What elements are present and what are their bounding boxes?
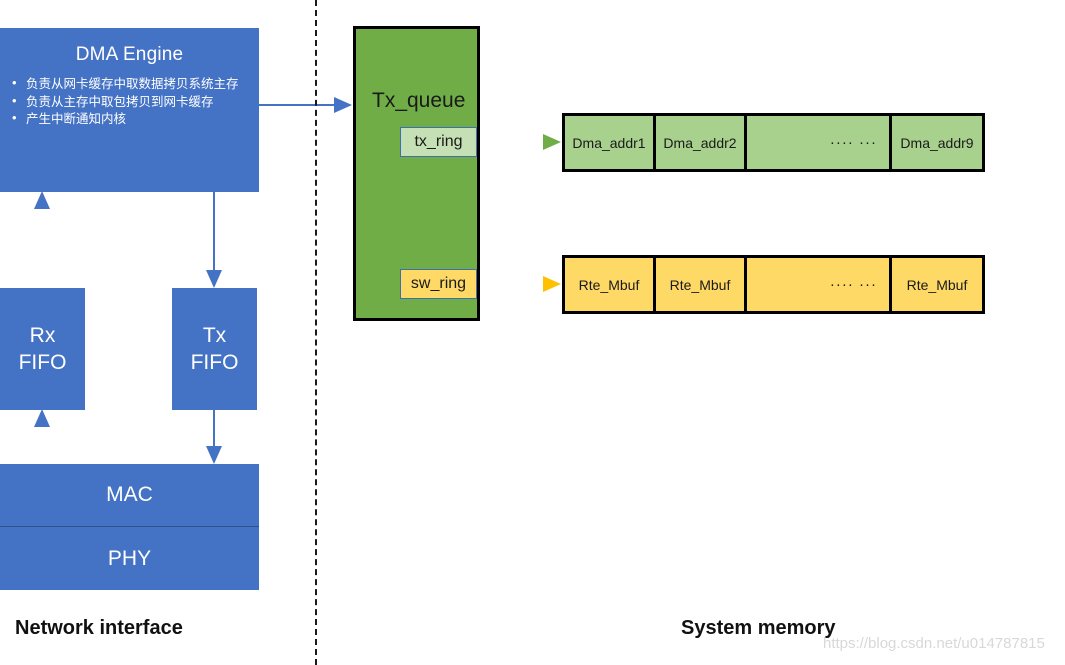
diagram-canvas: DMA Engine 负责从网卡缓存中取数据拷贝系统主存 负责从主存中取包拷贝到…: [0, 0, 1065, 665]
mbuf-row: Rte_Mbuf Rte_Mbuf ···· ··· Rte_Mbuf: [562, 255, 985, 314]
mac-box: MAC: [0, 464, 259, 526]
dma-addr-cell-1: Dma_addr1: [565, 116, 656, 169]
rx-fifo-box: Rx FIFO: [0, 288, 85, 410]
dma-addr-row: Dma_addr1 Dma_addr2 ···· ··· Dma_addr9: [562, 113, 985, 172]
rx-fifo-label-line2: FIFO: [18, 351, 67, 374]
dma-bullet-1: 负责从网卡缓存中取数据拷贝系统主存: [12, 75, 247, 93]
mbuf-cell-ellipsis: ···· ···: [747, 258, 892, 311]
sw-ring-label: sw_ring: [410, 275, 467, 292]
network-interface-caption: Network interface: [15, 617, 183, 639]
tx-fifo-label: Tx FIFO: [191, 322, 239, 376]
mac-label: MAC: [106, 483, 153, 506]
rx-fifo-label: Rx FIFO: [19, 322, 67, 376]
dma-addr-cell-9: Dma_addr9: [892, 116, 982, 169]
tx-ring-chip[interactable]: tx_ring: [400, 127, 477, 157]
mbuf-cell-2: Rte_Mbuf: [656, 258, 747, 311]
system-memory-caption: System memory: [681, 617, 836, 639]
mbuf-cell-last: Rte_Mbuf: [892, 258, 982, 311]
tx-fifo-label-line1: Tx: [202, 324, 227, 347]
phy-box: PHY: [0, 526, 259, 590]
section-divider: [315, 0, 317, 665]
dma-engine-bullets: 负责从网卡缓存中取数据拷贝系统主存 负责从主存中取包拷贝到网卡缓存 产生中断通知…: [0, 75, 259, 129]
dma-engine-title: DMA Engine: [75, 44, 184, 65]
tx-fifo-box: Tx FIFO: [172, 288, 257, 410]
dma-addr-cell-ellipsis: ···· ···: [747, 116, 892, 169]
tx-queue-title: Tx_queue: [372, 89, 466, 112]
dma-bullet-3: 产生中断通知内核: [12, 110, 247, 128]
dma-addr-cell-2: Dma_addr2: [656, 116, 747, 169]
dma-engine-box: DMA Engine 负责从网卡缓存中取数据拷贝系统主存 负责从主存中取包拷贝到…: [0, 28, 259, 192]
phy-label: PHY: [107, 546, 152, 570]
csdn-watermark: https://blog.csdn.net/u014787815: [823, 635, 1045, 652]
rx-fifo-label-line1: Rx: [29, 324, 56, 347]
tx-ring-label: tx_ring: [414, 133, 463, 150]
mbuf-cell-1: Rte_Mbuf: [565, 258, 656, 311]
sw-ring-chip[interactable]: sw_ring: [400, 269, 477, 299]
dma-bullet-2: 负责从主存中取包拷贝到网卡缓存: [12, 93, 247, 111]
tx-fifo-label-line2: FIFO: [190, 351, 239, 374]
